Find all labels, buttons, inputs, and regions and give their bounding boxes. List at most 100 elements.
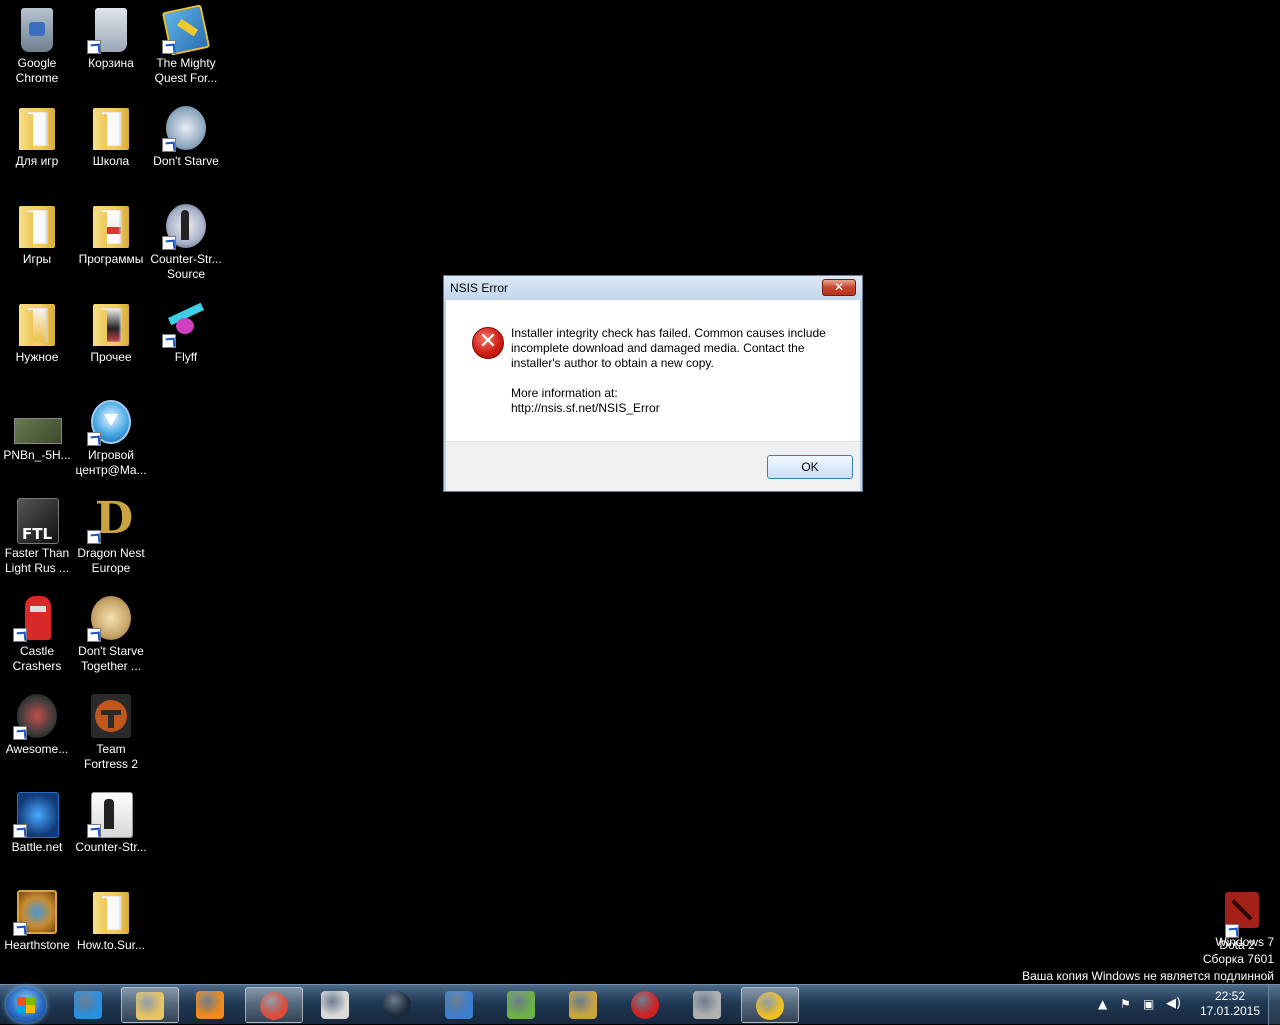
folder-icon [13,104,61,152]
more-info-url: http://nsis.sf.net/NSIS_Error [511,401,660,415]
clock-time: 22:52 [1214,989,1246,1003]
desktop-icon-hearthstone[interactable]: Hearthstone [0,882,74,953]
desktop-icon-google-chrome[interactable]: Google Chrome [0,0,74,86]
desktop-icon-label: Программы [78,252,144,266]
media-player-icon [196,991,224,1019]
desktop-icon-folder[interactable]: Для игр [0,98,74,169]
clock[interactable]: 22:52 17.01.2015 [1197,989,1263,1019]
desktop-icon-label: Школа [92,154,130,168]
recycle-bin-empty-icon [87,6,135,54]
hearthstone-icon [13,888,61,936]
taskbar-button[interactable] [245,987,303,1023]
desktop-icon-dont-starve[interactable]: Don't Starve [149,98,223,169]
desktop-icon-dragon-nest[interactable]: D Dragon Nest Europe [74,490,148,576]
dialog-titlebar[interactable]: NSIS Error ✕ [444,276,862,300]
mighty-quest-icon [161,4,211,56]
taskbar-button[interactable] [555,987,613,1023]
watermark-notice: Ваша копия Windows не является подлинной [1022,969,1274,983]
desktop-icon-flyff[interactable]: Flyff [149,294,223,365]
show-hidden-icons-icon[interactable]: ▲ [1098,997,1112,1011]
desktop-icon-folder[interactable]: Программы [74,196,148,267]
taskbar-button[interactable] [307,987,365,1023]
dialog-footer: OK [446,441,860,491]
dota-2-icon [1213,892,1261,940]
desktop-icon-label: Flyff [174,350,198,364]
action-center-icon[interactable]: ⚑ [1120,997,1131,1011]
nsis-error-dialog: NSIS Error ✕ ✕ Installer integrity check… [443,275,863,492]
counter-strike-go-icon [693,991,721,1019]
activation-watermark: Windows 7 Сборка 7601 Ваша копия Windows… [1022,934,1274,985]
nsis-installer-icon [756,992,784,1020]
close-button[interactable]: ✕ [822,279,856,296]
volume-icon[interactable]: ◀) [1166,996,1181,1011]
battle-net-icon [13,790,61,838]
desktop-icon-label: Battle.net [11,840,63,854]
desktop-icon-folder[interactable]: Игры [0,196,74,267]
ok-button[interactable]: OK [767,455,853,479]
watermark-os-name: Windows 7 [1215,935,1274,949]
desktop-icon-castle-crashers[interactable]: Castle Crashers [0,588,74,674]
steam-icon [383,991,411,1019]
dialog-message: Installer integrity check has failed. Co… [511,326,841,416]
dont-starve-together-icon [87,594,135,642]
desktop-icon-dont-starve-together[interactable]: Don't Starve Together ... [74,588,148,674]
desktop-icon-label: Игры [22,252,52,266]
taskbar-button[interactable] [617,987,675,1023]
desktop-icon-label: The Mighty Quest For... [154,56,218,85]
desktop-icon-ftl[interactable]: FTL Faster Than Light Rus ... [0,490,74,576]
counter-strike-icon [321,991,349,1019]
desktop-icon-folder[interactable]: How.to.Sur... [74,882,148,953]
desktop-icon-folder[interactable]: Нужное [0,294,74,365]
desktop-icon-recycle-bin[interactable]: Корзина [74,0,148,71]
folder-icon [87,888,135,936]
desktop-icon-label: Hearthstone [4,938,70,952]
control-panel-icon [507,991,535,1019]
folder-icon [13,202,61,250]
desktop-icon-label: Прочее [90,350,132,364]
desktop-icon-counter-strike[interactable]: Counter-Str... [74,784,148,855]
network-icon[interactable]: ▣ [1143,997,1154,1011]
clock-date: 17.01.2015 [1199,1004,1261,1018]
more-info-label: More information at: [511,386,618,400]
dialog-body: ✕ Installer integrity check has failed. … [446,300,860,441]
desktop-icon-label: Don't Starve [153,154,219,168]
taskbar-button[interactable] [493,987,551,1023]
taskbar-button[interactable] [741,987,799,1023]
internet-explorer-icon [74,991,102,1019]
desktop-icon-counter-strike-source[interactable]: Counter-Str... Source [149,196,223,282]
desktop-icon-label: Google Chrome [15,56,59,85]
desktop-icon-label: Don't Starve Together ... [78,644,144,673]
desktop-icon-team-fortress-2[interactable]: Team Fortress 2 [74,686,148,772]
desktop-icon-mighty-quest[interactable]: The Mighty Quest For... [149,0,223,86]
desktop-icon-folder[interactable]: Прочее [74,294,148,365]
desktop-icon-label: How.to.Sur... [76,938,146,952]
taskbar-button[interactable] [369,987,427,1023]
desktop-icon-label: PNBn_-5H... [3,448,71,462]
explorer-icon [136,992,164,1020]
desktop-icon-label: Игровой центр@Ma... [75,448,147,477]
taskbar-button[interactable] [60,987,118,1023]
desktop-icon-label: Castle Crashers [12,644,62,673]
taskbar-button[interactable] [431,987,489,1023]
taskbar-button[interactable] [679,987,737,1023]
folder-icon [87,202,135,250]
team-fortress-2-icon [87,692,135,740]
desktop-icon-folder[interactable]: Школа [74,98,148,169]
chrome-icon [260,992,288,1020]
dragon-nest-icon: D [87,496,135,544]
desktop-icon-label: Для игр [15,154,59,168]
thunderbird-icon [445,991,473,1019]
desktop-icon-game-center[interactable]: Игровой центр@Ma... [74,392,148,478]
desktop-icon-awesomenauts[interactable]: Awesome... [0,686,74,757]
taskbar-button[interactable] [121,987,179,1023]
desktop-icon-label: Awesome... [5,742,69,756]
show-desktop-button[interactable] [1268,985,1280,1025]
folder-icon [87,104,135,152]
start-button[interactable] [6,987,46,1023]
flyff-icon [162,300,210,348]
taskbar-button[interactable] [182,987,240,1023]
desktop-icon-battle-net[interactable]: Battle.net [0,784,74,855]
desktop-icon-image[interactable]: PNBn_-5H... [0,392,74,463]
awesomenauts-icon [13,692,61,740]
recycle-bin-full-icon [13,6,61,54]
